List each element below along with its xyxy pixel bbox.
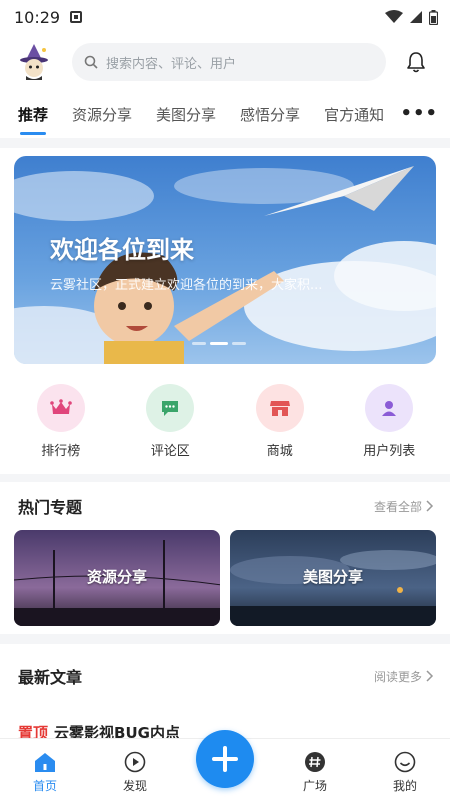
notification-button[interactable] (396, 51, 436, 73)
nav-label: 首页 (32, 779, 57, 793)
nav-label: 发现 (122, 779, 147, 793)
divider (0, 138, 450, 148)
store-icon (269, 401, 290, 416)
chevron-right-icon (426, 670, 434, 682)
view-all-link[interactable]: 查看全部 (374, 498, 434, 515)
avatar[interactable] (14, 42, 54, 82)
banner-carousel[interactable]: 欢迎各位到来 云雾社区，正式建立欢迎各位的到来，大家积... (14, 156, 436, 364)
tab-image-share[interactable]: 美图分享 (156, 104, 216, 125)
crown-icon (49, 399, 72, 414)
quick-label: 评论区 (150, 444, 190, 459)
search-input[interactable]: 搜索内容、评论、用户 (72, 43, 386, 81)
tab-insight-share[interactable]: 感悟分享 (240, 104, 300, 125)
section-title: 最新文章 (18, 668, 83, 687)
quick-actions: 排行榜 评论区 商城 用户列表 (0, 364, 450, 474)
nav-label: 广场 (302, 779, 327, 793)
witch-avatar-icon (20, 44, 48, 80)
signal-icon (410, 11, 422, 23)
status-bar: 10:29 (0, 0, 450, 34)
hash-icon (305, 752, 325, 772)
quick-item-comments[interactable]: 评论区 (125, 384, 215, 474)
topic-card-image[interactable]: 美图分享 (230, 530, 436, 626)
nav-profile[interactable]: 我的 (370, 751, 440, 794)
hot-topics-header: 热门专题 查看全部 (0, 482, 450, 530)
carousel-dot (232, 342, 246, 345)
nav-home[interactable]: 首页 (10, 751, 80, 794)
quick-item-user-list[interactable]: 用户列表 (344, 384, 434, 474)
quick-label: 排行榜 (41, 444, 81, 459)
hot-topics-list: 资源分享 美图分享 (0, 530, 450, 626)
topic-label: 资源分享 (86, 568, 147, 586)
latest-articles-header: 最新文章 阅读更多 (0, 652, 450, 700)
plus-icon (212, 746, 238, 772)
category-tabs: 推荐 资源分享 美图分享 感悟分享 官方通知 ••• (0, 90, 450, 138)
quick-icon-bg (255, 384, 304, 432)
banner-title: 欢迎各位到来 (50, 236, 194, 264)
topic-card-resource[interactable]: 资源分享 (14, 530, 220, 626)
divider (0, 634, 450, 644)
chevron-right-icon (426, 500, 434, 512)
quick-label: 商城 (266, 444, 293, 459)
chat-icon (162, 401, 179, 416)
tab-official-notice[interactable]: 官方通知 (324, 104, 384, 125)
home-icon (35, 753, 55, 772)
nav-label: 我的 (392, 779, 417, 793)
quick-item-store[interactable]: 商城 (235, 384, 325, 474)
nav-square[interactable]: 广场 (280, 751, 350, 794)
discover-icon (124, 751, 146, 773)
topic-label: 美图分享 (302, 568, 363, 586)
create-post-button[interactable] (196, 730, 254, 788)
carousel-indicator (192, 342, 246, 345)
tab-resource-share[interactable]: 资源分享 (72, 104, 132, 125)
divider (0, 474, 450, 482)
quick-icon-bg (365, 384, 414, 432)
carousel-dot-active (210, 342, 228, 345)
search-placeholder: 搜索内容、评论、用户 (106, 56, 237, 72)
more-tabs-icon[interactable]: ••• (400, 103, 438, 124)
search-icon (84, 55, 98, 69)
quick-label: 用户列表 (363, 444, 416, 459)
read-more-link[interactable]: 阅读更多 (374, 668, 434, 685)
top-bar: 搜索内容、评论、用户 (0, 34, 450, 90)
nav-discover[interactable]: 发现 (100, 751, 170, 794)
quick-icon-bg (146, 384, 195, 432)
battery-icon (429, 9, 438, 25)
carousel-dot (192, 342, 206, 345)
tab-recommend[interactable]: 推荐 (18, 104, 48, 135)
read-more-label: 阅读更多 (373, 669, 422, 684)
status-time: 10:29 (14, 7, 61, 27)
banner-subtitle: 云雾社区，正式建立欢迎各位的到来，大家积... (50, 278, 323, 293)
quick-item-ranking[interactable]: 排行榜 (16, 384, 106, 474)
section-title: 热门专题 (18, 498, 83, 517)
profile-icon (394, 751, 416, 773)
user-icon (382, 401, 397, 416)
view-all-label: 查看全部 (373, 499, 422, 514)
notification-icon (70, 11, 83, 23)
wifi-icon (385, 10, 403, 23)
quick-icon-bg (36, 384, 85, 432)
bell-icon (407, 52, 425, 73)
